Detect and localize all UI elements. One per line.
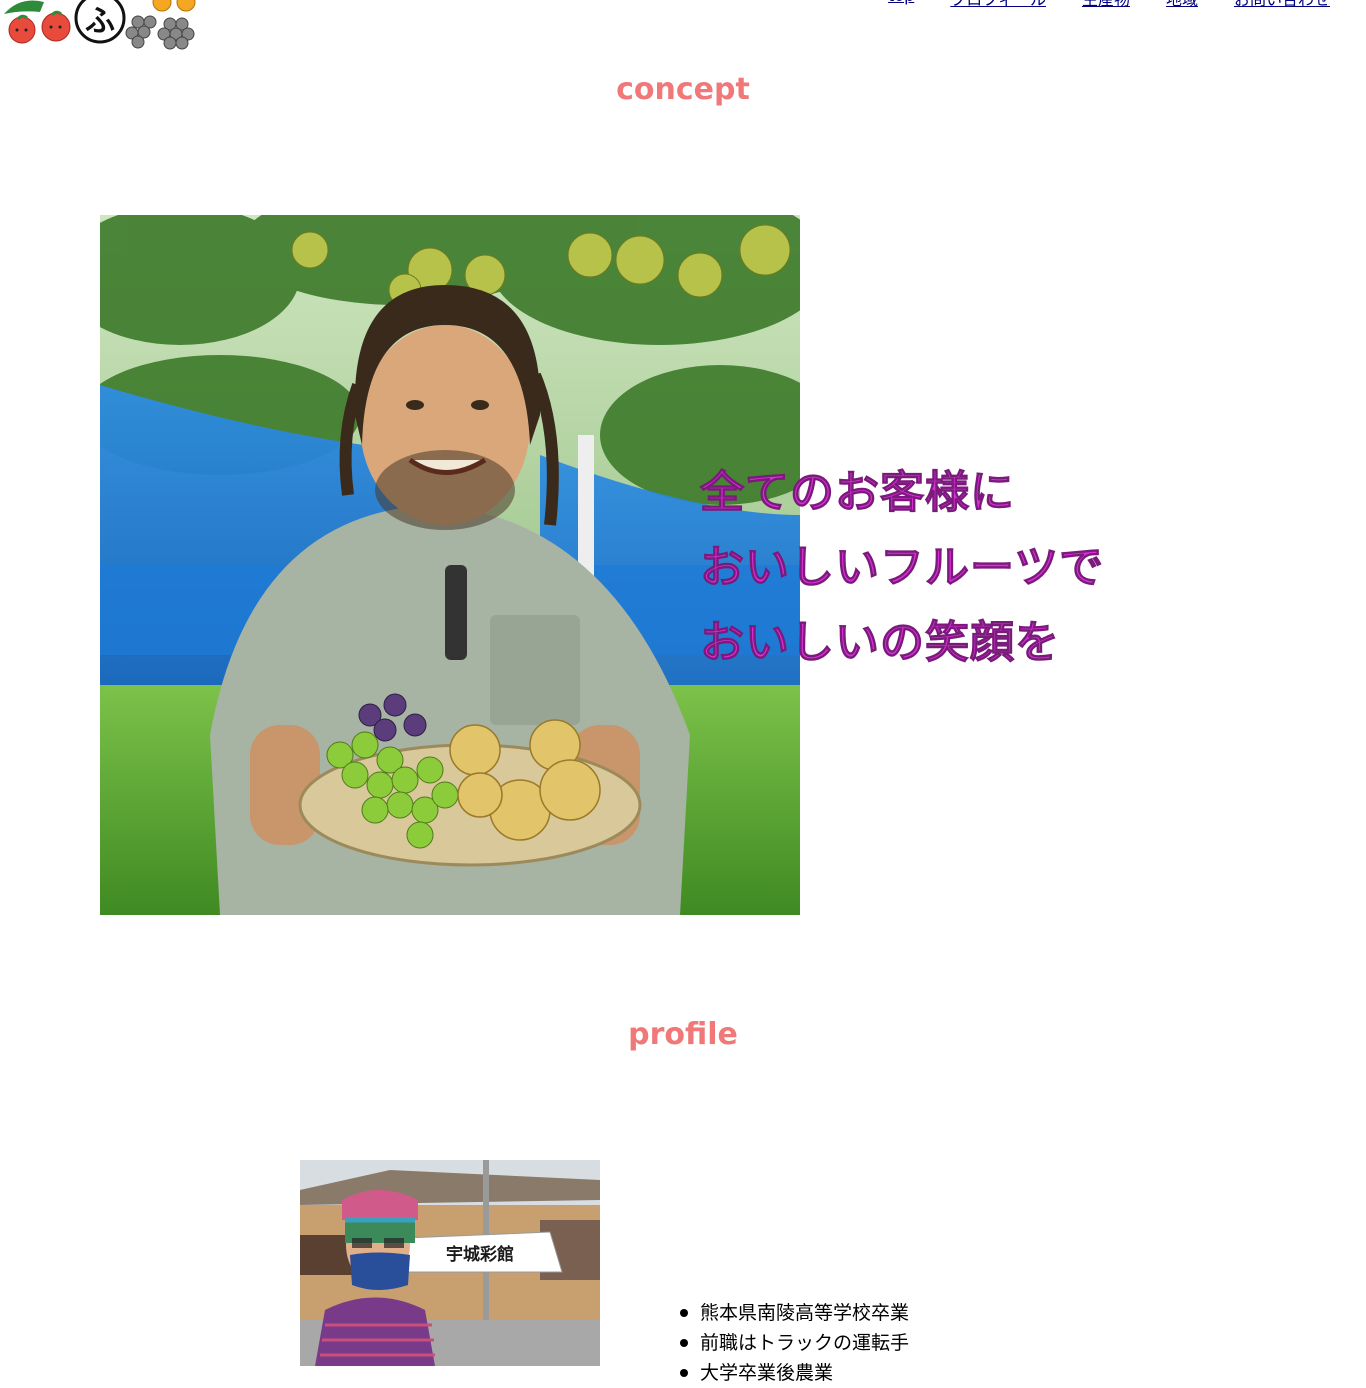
concept-heading: concept bbox=[616, 72, 750, 107]
nav-link-products[interactable]: 生産物 bbox=[1082, 0, 1130, 10]
profile-photo: 宇城彩館 bbox=[300, 1160, 600, 1366]
nav-link-profile[interactable]: プロフィール bbox=[950, 0, 1046, 10]
global-nav: top プロフィール 生産物 地域 お問い合わせ bbox=[888, 0, 1330, 10]
store-sign-text: 宇城彩館 bbox=[446, 1244, 514, 1265]
profile-item: 前職はトラックの運転手 bbox=[679, 1328, 909, 1358]
nav-link-region[interactable]: 地域 bbox=[1166, 0, 1198, 10]
concept-message: 全てのお客様に おいしいフルーツで おいしいの笑顔を bbox=[699, 455, 1105, 680]
profile-list: 熊本県南陵高等学校卒業 前職はトラックの運転手 大学卒業後農業 bbox=[679, 1298, 909, 1388]
logo-character: ふ bbox=[85, 4, 115, 39]
profile-heading: profile bbox=[628, 1017, 738, 1052]
nav-link-top[interactable]: top bbox=[888, 0, 914, 10]
concept-line: おいしいの笑顔を bbox=[699, 617, 1060, 669]
profile-item: 熊本県南陵高等学校卒業 bbox=[679, 1298, 909, 1328]
site-logo[interactable]: ふ bbox=[0, 0, 200, 50]
profile-item: 大学卒業後農業 bbox=[679, 1358, 909, 1388]
nav-link-contact[interactable]: お問い合わせ bbox=[1234, 0, 1330, 10]
concept-line: おいしいフルーツで bbox=[699, 542, 1105, 594]
farmer-photo bbox=[100, 215, 800, 915]
concept-line: 全てのお客様に bbox=[699, 467, 1015, 519]
